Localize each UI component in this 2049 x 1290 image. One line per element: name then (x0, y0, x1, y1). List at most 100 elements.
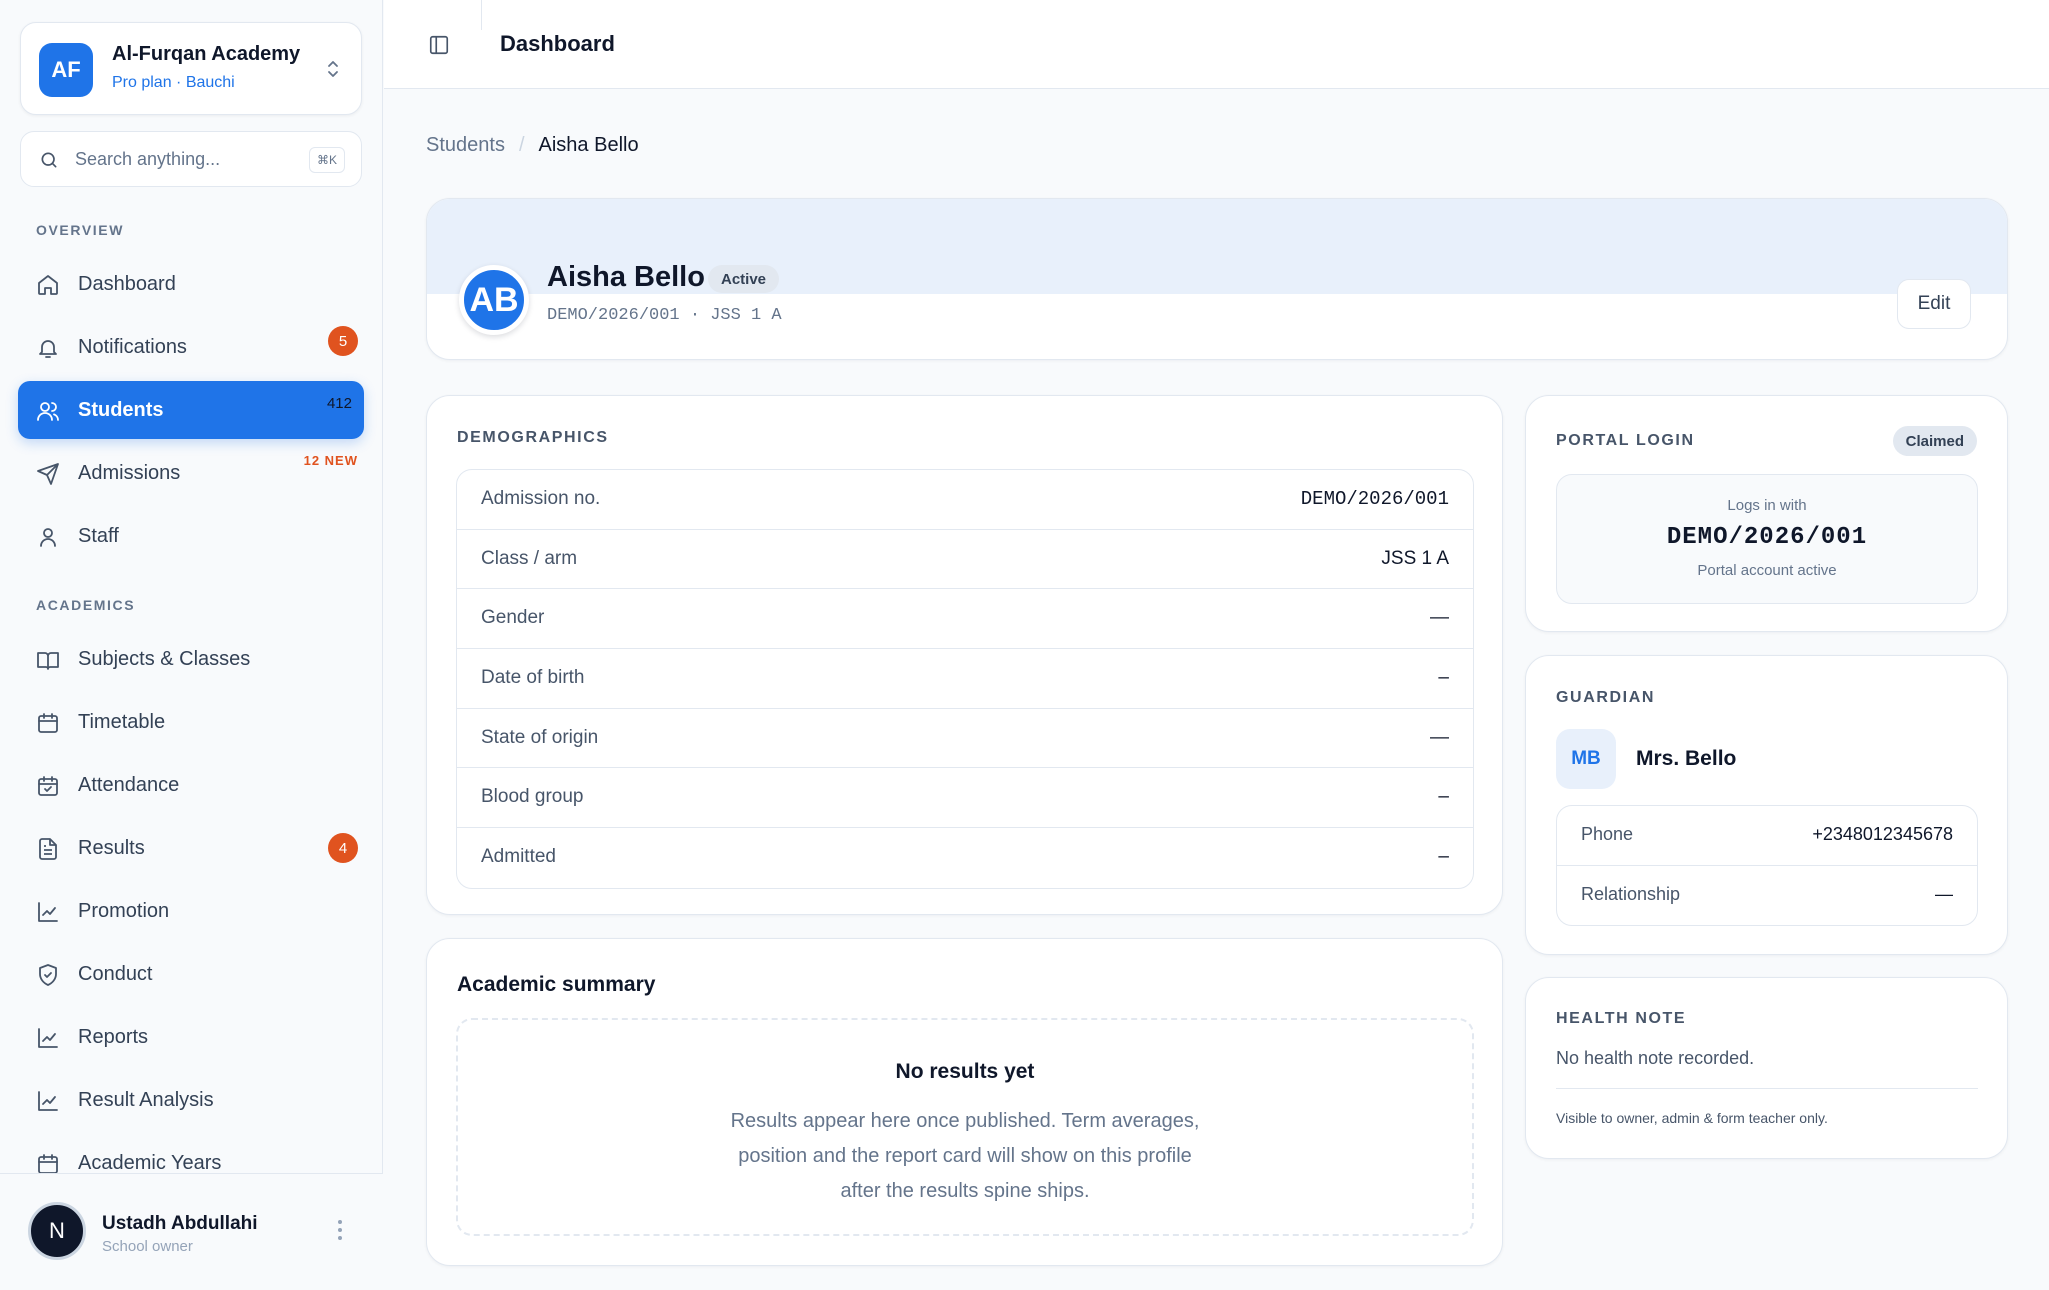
sidebar-toggle-icon[interactable] (428, 34, 450, 56)
sidebar-item-students[interactable]: Students 412 (18, 381, 364, 439)
calendar-icon (38, 713, 58, 733)
sidebar-item-label: Notifications (78, 335, 187, 358)
logs-in-with-label: Logs in with (1727, 497, 1807, 514)
breadcrumb-students[interactable]: Students (426, 134, 505, 157)
guardian-card: GUARDIAN MB Mrs. Bello Phone +23480123456… (1525, 655, 2008, 955)
org-name: Al-Furqan Academy (112, 43, 301, 65)
list-item: Admitted – (457, 828, 1473, 888)
org-switcher[interactable]: AF Al-Furqan Academy Pro plan · Bauchi (20, 22, 362, 115)
sidebar-item-result-analysis[interactable]: Result Analysis (18, 1071, 364, 1129)
org-logo: AF (39, 43, 93, 97)
list-item: State of origin — (457, 709, 1473, 769)
user-name: Ustadh Abdullahi (102, 1213, 258, 1234)
breadcrumb: Students / Aisha Bello (426, 134, 639, 157)
sidebar-item-label: Subjects & Classes (78, 647, 251, 670)
line-chart-icon (38, 1091, 58, 1111)
field-value: – (1438, 846, 1449, 868)
book-icon (37, 652, 59, 670)
sidebar-item-label: Timetable (78, 710, 166, 733)
search-box[interactable]: ⌘K (20, 131, 362, 187)
bell-icon (39, 340, 57, 358)
field-value: — (1430, 726, 1449, 748)
portal-login-card: PORTAL LOGIN Claimed Logs in with DEMO/2… (1525, 395, 2008, 632)
portal-account-status: Portal account active (1697, 562, 1837, 579)
sidebar-item-label: Reports (78, 1025, 149, 1048)
claimed-badge: Claimed (1892, 426, 1977, 456)
sidebar-item-label: Results (78, 836, 145, 859)
sidebar-item-label: Promotion (78, 899, 170, 922)
user-menu[interactable]: N Ustadh Abdullahi School owner (0, 1173, 383, 1290)
sidebar-item-reports[interactable]: Reports (18, 1008, 364, 1066)
academic-summary-card: Academic summary No results yet Results … (426, 938, 1503, 1266)
shield-check-icon (39, 964, 57, 986)
demographics-card: DEMOGRAPHICS Admission no. DEMO/2026/001 … (426, 395, 1503, 915)
sidebar-item-results[interactable]: Results 4 (18, 819, 364, 877)
page-title: Dashboard (500, 31, 615, 56)
list-item: Blood group – (457, 768, 1473, 829)
breadcrumb-current: Aisha Bello (538, 134, 639, 156)
demographics-list: Admission no. DEMO/2026/001 Class / arm JS… (456, 469, 1474, 889)
field-label: Date of birth (481, 667, 585, 689)
health-note-card: HEALTH NOTE No health note recorded. Vis… (1525, 977, 2008, 1159)
list-item: Class / arm JSS 1 A (457, 530, 1473, 590)
empty-state: No results yet Results appear here once … (456, 1018, 1474, 1236)
edit-button[interactable]: Edit (1897, 279, 1971, 329)
student-name: Aisha Bello (547, 261, 705, 293)
login-id: DEMO/2026/001 (1666, 524, 1868, 551)
guardian-label: GUARDIAN (1556, 689, 1656, 706)
field-label: Blood group (481, 786, 584, 808)
field-label: Phone (1581, 824, 1634, 844)
field-value: – (1438, 667, 1449, 689)
students-count: 412 (326, 395, 352, 412)
guardian-name: Mrs. Bello (1636, 747, 1737, 770)
field-value: JSS 1 A (1381, 547, 1449, 569)
user-role: School owner (102, 1238, 193, 1255)
sidebar-item-promotion[interactable]: Promotion (18, 882, 364, 940)
student-profile-header: AB Aisha Bello Active DEMO/2026/001 · JS… (426, 198, 2008, 360)
list-item: Phone +2348012345678 (1557, 806, 1977, 866)
sidebar-item-staff[interactable]: Staff (18, 507, 364, 565)
list-item: Gender — (457, 589, 1473, 650)
field-label: Relationship (1581, 883, 1681, 904)
demographics-label: DEMOGRAPHICS (457, 429, 609, 446)
sidebar-item-label: Academic Years (78, 1151, 222, 1174)
sidebar-item-label: Result Analysis (78, 1088, 214, 1111)
field-value: — (1430, 607, 1449, 629)
sidebar-item-subjects-classes[interactable]: Subjects & Classes (18, 630, 364, 688)
login-id-box: Logs in with DEMO/2026/001 Portal accoun… (1556, 474, 1978, 604)
home-icon (38, 275, 58, 295)
search-shortcut: ⌘K (308, 147, 345, 173)
field-label: Admitted (481, 846, 556, 868)
field-value: +2348012345678 (1812, 824, 1953, 844)
sidebar-item-notifications[interactable]: Notifications 5 (18, 318, 364, 376)
empty-state-description: Results appear here once published. Term… (730, 1110, 1200, 1202)
section-label-overview: OVERVIEW (36, 222, 125, 238)
search-input[interactable] (75, 144, 295, 174)
calendar-check-icon (38, 776, 58, 796)
field-label: Gender (481, 607, 545, 629)
avatar: N (28, 1202, 86, 1260)
user-icon (40, 528, 56, 547)
sidebar-item-attendance[interactable]: Attendance (18, 756, 364, 814)
file-text-icon (39, 838, 57, 860)
field-label: Admission no. (481, 488, 601, 509)
student-meta: DEMO/2026/001 · JSS 1 A (547, 306, 782, 325)
field-value: — (1935, 883, 1953, 904)
sidebar-item-dashboard[interactable]: Dashboard (18, 255, 364, 313)
search-icon (41, 152, 57, 168)
breadcrumb-separator: / (518, 134, 525, 156)
line-chart-icon (38, 1028, 58, 1048)
sidebar-item-label: Admissions (78, 461, 181, 484)
sidebar: AF Al-Furqan Academy Pro plan · Bauchi ⌘… (0, 0, 383, 1290)
more-vertical-icon[interactable] (337, 1218, 343, 1242)
sidebar-item-conduct[interactable]: Conduct (18, 945, 364, 1003)
sidebar-item-admissions[interactable]: Admissions 12 NEW (18, 444, 364, 502)
field-label: Class / arm (481, 547, 578, 569)
users-icon (37, 402, 59, 421)
line-chart-icon (38, 902, 58, 922)
guardian-avatar: MB (1556, 729, 1616, 789)
field-label: State of origin (481, 726, 599, 748)
sidebar-item-label: Students (78, 398, 164, 421)
portal-login-label: PORTAL LOGIN (1556, 432, 1695, 449)
sidebar-item-timetable[interactable]: Timetable (18, 693, 364, 751)
